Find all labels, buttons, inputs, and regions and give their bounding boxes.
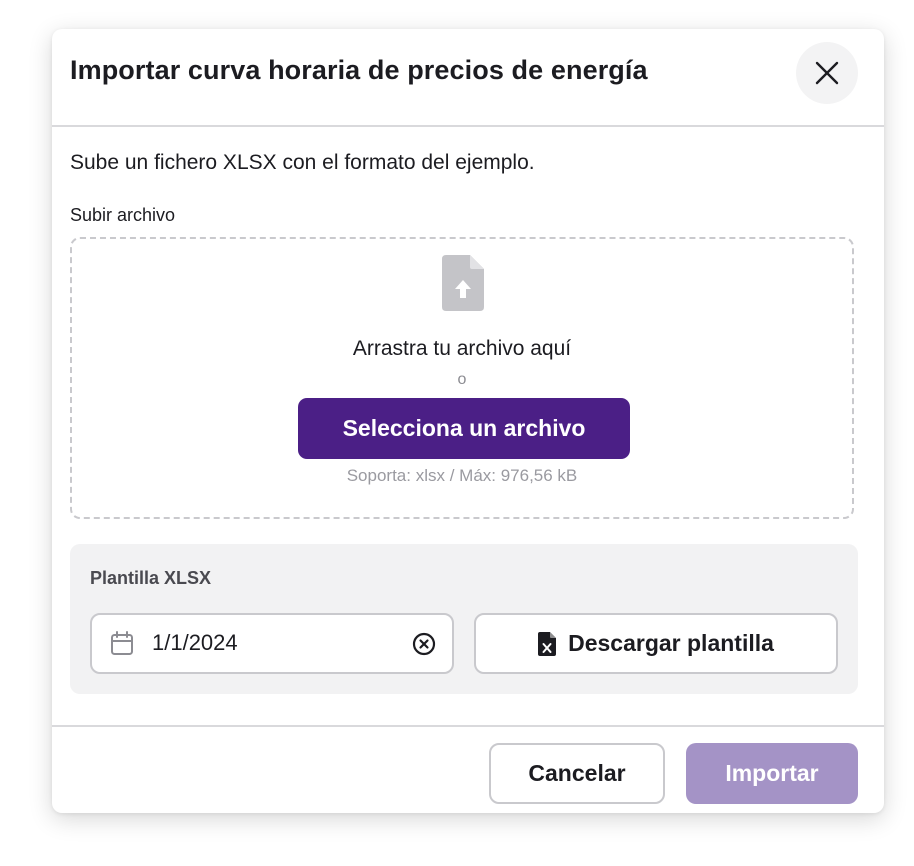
clear-circle-icon[interactable] xyxy=(412,632,436,656)
support-text: Soporta: xlsx / Máx: 976,56 kB xyxy=(346,466,578,485)
import-dialog: Importar curva horaria de precios de ene… xyxy=(52,29,884,813)
file-dropzone[interactable]: Arrastra tu archivo aquí o Selecciona un… xyxy=(70,237,854,519)
template-title: Plantilla XLSX xyxy=(90,568,212,588)
file-upload-icon xyxy=(442,255,484,311)
close-icon xyxy=(815,61,839,85)
date-input[interactable] xyxy=(152,630,392,656)
file-excel-icon xyxy=(538,631,557,656)
dialog-footer: Cancelar Importar xyxy=(52,725,884,813)
dialog-body: Sube un fichero XLSX con el formato del … xyxy=(52,127,884,726)
dialog-header: Importar curva horaria de precios de ene… xyxy=(52,29,884,127)
date-field[interactable] xyxy=(90,613,454,674)
dialog-title: Importar curva horaria de precios de ene… xyxy=(70,55,648,85)
select-file-button[interactable]: Selecciona un archivo xyxy=(298,398,630,459)
template-panel: Plantilla XLSX 1/1/2024 Descargar planti… xyxy=(70,544,858,694)
upload-label: Subir archivo xyxy=(70,205,176,225)
close-button[interactable] xyxy=(796,42,858,104)
download-template-button[interactable]: Descargar plantilla xyxy=(474,613,838,674)
or-separator: o xyxy=(457,371,467,388)
drag-text: Arrastra tu archivo aquí xyxy=(352,337,572,360)
cancel-button[interactable]: Cancelar xyxy=(489,743,665,804)
import-button[interactable]: Importar xyxy=(686,743,858,804)
download-template-label: Descargar plantilla xyxy=(568,630,774,656)
calendar-icon xyxy=(111,631,133,655)
dialog-description: Sube un fichero XLSX con el formato del … xyxy=(70,151,535,174)
